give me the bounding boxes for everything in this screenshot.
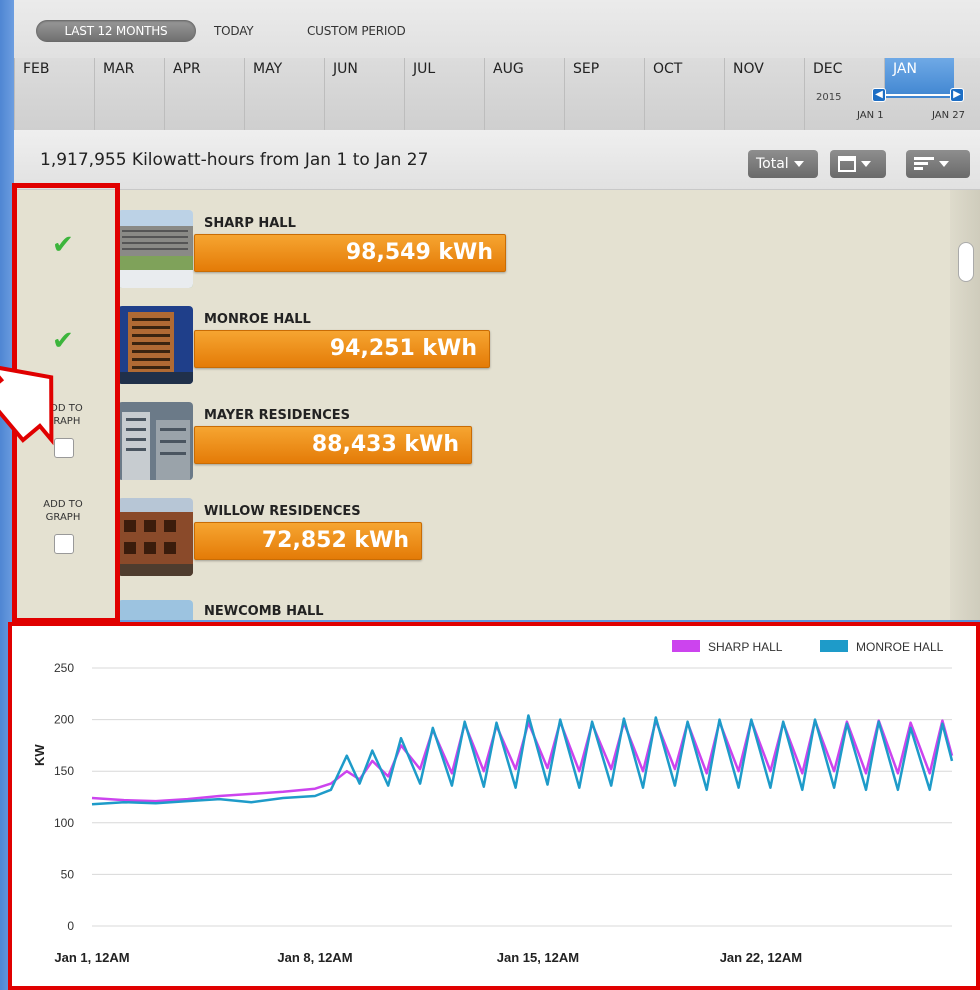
kwh-bar: 88,433 kWh xyxy=(194,426,472,464)
series-line-monroe-hall xyxy=(91,714,954,806)
range-end-handle-icon[interactable]: ▶ xyxy=(950,88,964,102)
x-tick-label: Jan 22, 12AM xyxy=(720,950,802,965)
month-jul[interactable]: JUL xyxy=(404,58,484,130)
year-label: 2015 xyxy=(816,92,842,103)
app-window: LAST 12 MONTHS TODAY CUSTOM PERIOD FEB M… xyxy=(0,0,980,990)
building-photo xyxy=(118,402,193,480)
month-feb[interactable]: FEB xyxy=(14,58,94,130)
month-apr[interactable]: APR xyxy=(164,58,244,130)
x-tick-label: Jan 1, 12AM xyxy=(54,950,129,965)
kwh-bar: 98,549 kWh xyxy=(194,234,506,272)
month-strip: FEB MAR APR MAY JUN JUL AUG SEP OCT NOV … xyxy=(14,58,980,130)
layout-dropdown[interactable] xyxy=(830,150,886,178)
building-photo xyxy=(118,210,193,288)
list-item: NEWCOMB HALL xyxy=(14,574,944,620)
kwh-bar: 72,852 kWh xyxy=(194,522,422,560)
month-aug[interactable]: AUG xyxy=(484,58,564,130)
y-tick-label: 250 xyxy=(54,661,74,675)
x-tick-label: Jan 8, 12AM xyxy=(277,950,352,965)
chevron-down-icon xyxy=(939,161,949,167)
range-start-label: JAN 1 xyxy=(857,110,884,121)
range-end-label: JAN 27 xyxy=(932,110,965,121)
period-selector: LAST 12 MONTHS TODAY CUSTOM PERIOD FEB M… xyxy=(14,0,980,130)
sort-icon xyxy=(914,157,934,171)
legend-swatch xyxy=(672,640,700,652)
y-tick-label: 200 xyxy=(54,713,74,727)
legend-label: MONROE HALL xyxy=(856,640,944,654)
legend-swatch xyxy=(820,640,848,652)
arrow-icon xyxy=(0,363,54,446)
building-photo xyxy=(118,498,193,576)
y-tick-label: 0 xyxy=(67,919,74,933)
tab-custom-period[interactable]: CUSTOM PERIOD xyxy=(307,20,406,42)
month-jun[interactable]: JUN xyxy=(324,58,404,130)
range-start-handle-icon[interactable]: ◀ xyxy=(872,88,886,102)
month-nov[interactable]: NOV xyxy=(724,58,804,130)
chevron-down-icon xyxy=(793,161,804,167)
usage-chart: 0 50 100 150 200 250 Jan 1, 12AM Jan 8, 12AM Ja… xyxy=(8,622,980,990)
month-may[interactable]: MAY xyxy=(244,58,324,130)
month-mar[interactable]: MAR xyxy=(94,58,164,130)
building-name: NEWCOMB HALL xyxy=(204,604,324,619)
legend-label: SHARP HALL xyxy=(708,640,783,654)
list-item: ✔ MONROE HALL 94,251 kWh xyxy=(14,286,944,386)
list-item: ADD TO GRAPH WILLOW RESIDENCES 72,852 kW… xyxy=(14,478,944,578)
building-name: SHARP HALL xyxy=(204,216,296,231)
y-tick-label: 50 xyxy=(61,867,75,881)
total-label: Total xyxy=(756,156,789,172)
range-slider[interactable]: ◀ ▶ xyxy=(872,88,964,102)
scrollbar[interactable] xyxy=(950,190,980,620)
summary-bar: 1,917,955 Kilowatt-hours from Jan 1 to J… xyxy=(14,130,980,190)
sort-dropdown[interactable] xyxy=(906,150,970,178)
building-name: MAYER RESIDENCES xyxy=(204,408,351,423)
building-name: WILLOW RESIDENCES xyxy=(204,504,361,519)
list-item: ✔ SHARP HALL 98,549 kWh xyxy=(14,190,944,290)
x-tick-label: Jan 15, 12AM xyxy=(497,950,579,965)
building-name: MONROE HALL xyxy=(204,312,311,327)
total-dropdown[interactable]: Total xyxy=(748,150,818,178)
chart-canvas: 0 50 100 150 200 250 Jan 1, 12AM Jan 8, 12AM Ja… xyxy=(32,640,954,965)
scrollbar-thumb[interactable] xyxy=(958,242,974,282)
y-axis-label: KW xyxy=(32,744,47,766)
month-oct[interactable]: OCT xyxy=(644,58,724,130)
list-item: ADD TO GRAPH MAYER RESIDENCES 88,433 kWh xyxy=(14,382,944,482)
tab-last-12-months[interactable]: LAST 12 MONTHS xyxy=(36,20,196,42)
y-tick-label: 150 xyxy=(54,764,74,778)
window-icon xyxy=(838,156,856,172)
building-photo xyxy=(118,600,193,620)
kwh-bar: 94,251 kWh xyxy=(194,330,490,368)
chevron-down-icon xyxy=(861,161,871,167)
month-sep[interactable]: SEP xyxy=(564,58,644,130)
y-tick-label: 100 xyxy=(54,816,74,830)
series-line-sharp-hall xyxy=(91,719,954,803)
summary-total-text: 1,917,955 Kilowatt-hours from Jan 1 to J… xyxy=(40,150,429,170)
tab-today[interactable]: TODAY xyxy=(214,20,254,42)
range-track xyxy=(882,94,954,96)
building-photo xyxy=(118,306,193,384)
building-list: ✔ SHARP HALL 98,549 kWh ✔ MONROE HALL 94… xyxy=(14,190,980,620)
